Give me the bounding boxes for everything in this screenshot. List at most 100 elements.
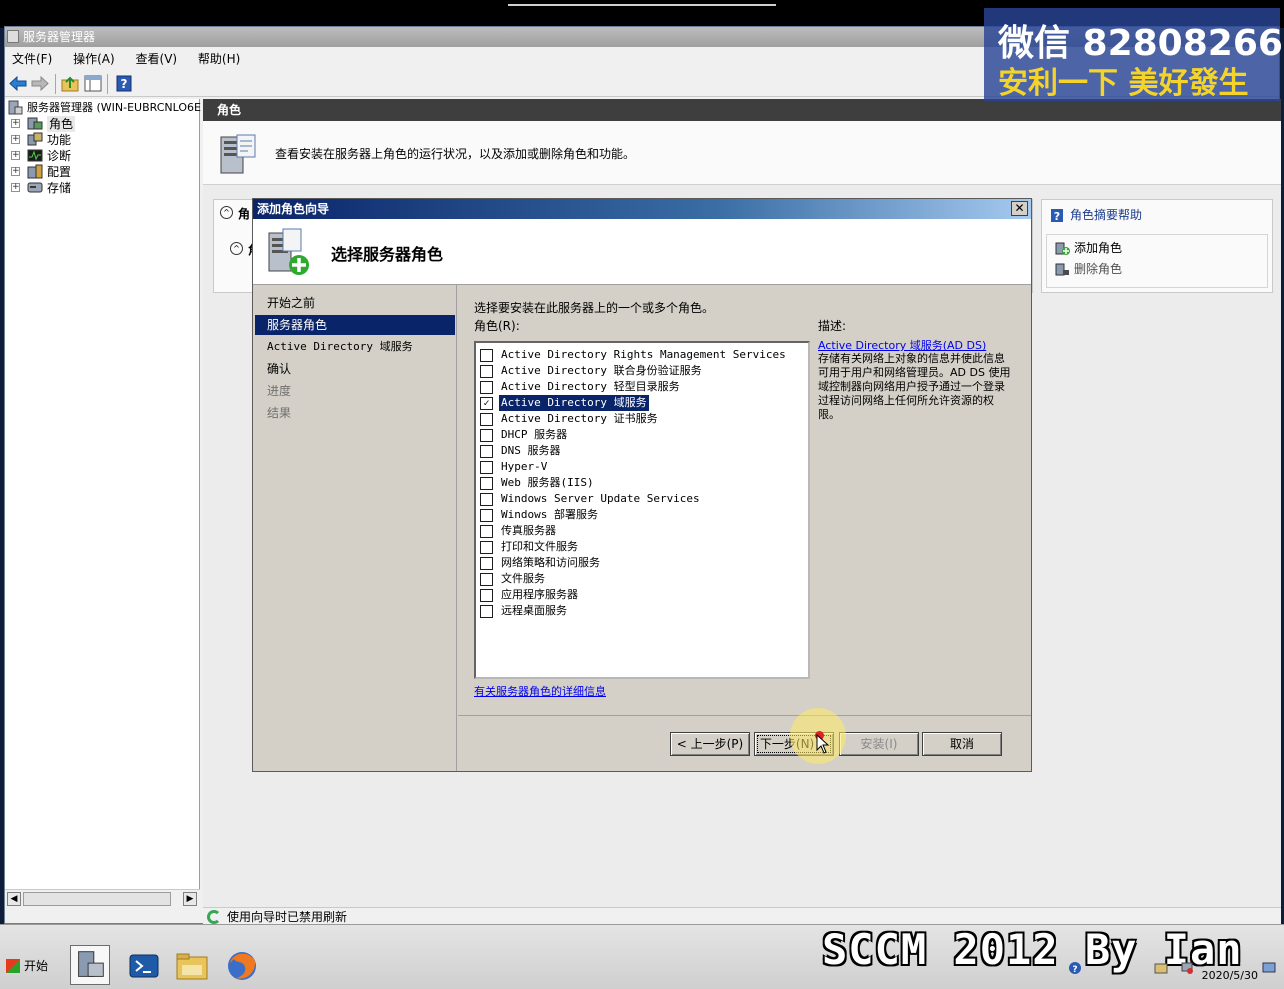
dialog-title: 添加角色向导: [257, 202, 330, 216]
wizard-step-server-roles[interactable]: 服务器角色: [255, 315, 455, 335]
collapse-icon[interactable]: ^: [220, 206, 233, 219]
role-item[interactable]: Hyper-V: [480, 459, 549, 475]
cancel-button[interactable]: 取消: [922, 732, 1002, 756]
checkbox-unchecked[interactable]: [480, 572, 493, 586]
checkbox-unchecked[interactable]: [480, 444, 493, 458]
role-label: 远程桌面服务: [501, 604, 567, 617]
role-item[interactable]: Windows Server Update Services: [480, 491, 702, 507]
help-label: 角色摘要帮助: [1070, 208, 1143, 222]
menu-help[interactable]: 帮助(H): [198, 47, 240, 71]
remove-roles-action[interactable]: 删除角色: [1055, 260, 1122, 278]
more-info-link[interactable]: 有关服务器角色的详细信息: [474, 683, 606, 699]
top-strip-line: [508, 4, 776, 6]
expand-icon[interactable]: +: [11, 135, 20, 144]
role-item[interactable]: Active Directory Rights Management Servi…: [480, 347, 788, 363]
show-hide-tree-icon[interactable]: [84, 75, 102, 92]
role-item[interactable]: 网络策略和访问服务: [480, 555, 602, 571]
keyboard-tray-icon[interactable]: [1154, 961, 1168, 975]
back-arrow-icon[interactable]: [9, 75, 27, 92]
scroll-thumb[interactable]: [23, 892, 171, 906]
role-item[interactable]: DNS 服务器: [480, 443, 563, 459]
taskbar-server-manager-icon[interactable]: [70, 945, 110, 985]
previous-button[interactable]: < 上一步(P): [670, 732, 750, 756]
wizard-step-confirmation[interactable]: 确认: [255, 359, 455, 379]
role-item[interactable]: ✓ Active Directory 域服务: [480, 395, 649, 411]
navigation-tree: 服务器管理器 (WIN-EUBRCNLO6E + 角色 + 功能 + 诊断 + …: [5, 99, 201, 907]
tree-item-label: 配置: [47, 165, 72, 179]
role-item[interactable]: Active Directory 轻型目录服务: [480, 379, 682, 395]
role-label: Windows 部署服务: [501, 508, 598, 521]
scroll-left-icon[interactable]: ◀: [7, 892, 21, 906]
scroll-right-icon[interactable]: ▶: [183, 892, 197, 906]
checkbox-unchecked[interactable]: [480, 428, 493, 442]
close-icon[interactable]: ✕: [1011, 201, 1028, 216]
checkbox-unchecked[interactable]: [480, 460, 493, 474]
checkbox-unchecked[interactable]: [480, 364, 493, 378]
roles-summary-help-link[interactable]: ? 角色摘要帮助: [1050, 206, 1142, 224]
checkbox-unchecked[interactable]: [480, 492, 493, 506]
roles-summary-header: 角: [238, 207, 251, 221]
up-folder-icon[interactable]: [61, 75, 79, 92]
expand-icon[interactable]: +: [11, 183, 20, 192]
checkbox-unchecked[interactable]: [480, 556, 493, 570]
taskbar-firefox-icon[interactable]: [222, 945, 262, 985]
role-item[interactable]: 应用程序服务器: [480, 587, 580, 603]
remove-roles-icon: [1055, 263, 1069, 276]
show-desktop-icon[interactable]: [1262, 961, 1276, 975]
menu-view[interactable]: 查看(V): [136, 47, 178, 71]
checkbox-checked[interactable]: ✓: [480, 396, 493, 410]
window-title: 服务器管理器: [23, 30, 96, 44]
checkbox-unchecked[interactable]: [480, 348, 493, 362]
wizard-step-before-you-begin[interactable]: 开始之前: [255, 293, 455, 313]
checkbox-unchecked[interactable]: [480, 588, 493, 602]
menu-action[interactable]: 操作(A): [73, 47, 115, 71]
menu-file[interactable]: 文件(F): [12, 47, 52, 71]
svg-text:?: ?: [1072, 965, 1077, 975]
checkbox-unchecked[interactable]: [480, 540, 493, 554]
role-item[interactable]: 文件服务: [480, 571, 547, 587]
role-item[interactable]: Windows 部署服务: [480, 507, 600, 523]
tree-item-label: 存储: [47, 181, 72, 195]
roles-banner: 查看安装在服务器上角色的运行状况，以及添加或删除角色和功能。: [203, 121, 1281, 185]
expand-icon[interactable]: +: [11, 151, 20, 160]
role-item[interactable]: 传真服务器: [480, 523, 558, 539]
add-roles-label: 添加角色: [1074, 241, 1123, 255]
role-item[interactable]: 打印和文件服务: [480, 539, 580, 555]
wizard-step-ad-ds[interactable]: Active Directory 域服务: [255, 337, 455, 357]
toolbar-separator: [107, 74, 108, 94]
dialog-titlebar[interactable]: 添加角色向导 ✕: [253, 199, 1031, 219]
taskbar: 开始 SCCM 2012 By Ian ? 2020/5/30: [0, 924, 1284, 989]
add-roles-action[interactable]: 添加角色: [1055, 239, 1122, 257]
role-item[interactable]: DHCP 服务器: [480, 427, 569, 443]
taskbar-powershell-icon[interactable]: [124, 945, 164, 985]
checkbox-unchecked[interactable]: [480, 476, 493, 490]
configuration-icon: [27, 164, 43, 179]
role-item[interactable]: Web 服务器(IIS): [480, 475, 596, 491]
collapse-icon[interactable]: ^: [230, 242, 243, 255]
role-item[interactable]: Active Directory 联合身份验证服务: [480, 363, 704, 379]
forward-arrow-icon[interactable]: [31, 75, 49, 92]
wizard-step-progress: 进度: [267, 384, 292, 398]
checkbox-unchecked[interactable]: [480, 412, 493, 426]
tree-horizontal-scrollbar[interactable]: ◀ ▶: [5, 889, 200, 907]
role-label: Hyper-V: [501, 460, 548, 473]
status-bar: 使用向导时已禁用刷新: [203, 907, 1281, 925]
checkbox-unchecked[interactable]: [480, 524, 493, 538]
svg-text:?: ?: [1054, 210, 1060, 223]
start-button[interactable]: 开始: [6, 957, 48, 975]
help-icon[interactable]: ?: [115, 75, 133, 92]
network-tray-icon[interactable]: [1180, 961, 1194, 975]
role-item[interactable]: 远程桌面服务: [480, 603, 569, 619]
expand-icon[interactable]: +: [11, 167, 20, 176]
checkbox-unchecked[interactable]: [480, 604, 493, 618]
taskbar-explorer-icon[interactable]: [172, 945, 212, 985]
mouse-cursor-icon: [816, 734, 830, 754]
help-icon: ?: [1051, 209, 1063, 223]
wizard-main: 选择要安装在此服务器上的一个或多个角色。 角色(R): Active Direc…: [458, 285, 1031, 717]
expand-icon[interactable]: +: [11, 119, 20, 128]
description-link[interactable]: Active Directory 域服务(AD DS): [818, 337, 986, 353]
role-item[interactable]: Active Directory 证书服务: [480, 411, 660, 427]
checkbox-unchecked[interactable]: [480, 508, 493, 522]
checkbox-unchecked[interactable]: [480, 380, 493, 394]
help-tray-icon[interactable]: ?: [1068, 961, 1082, 975]
